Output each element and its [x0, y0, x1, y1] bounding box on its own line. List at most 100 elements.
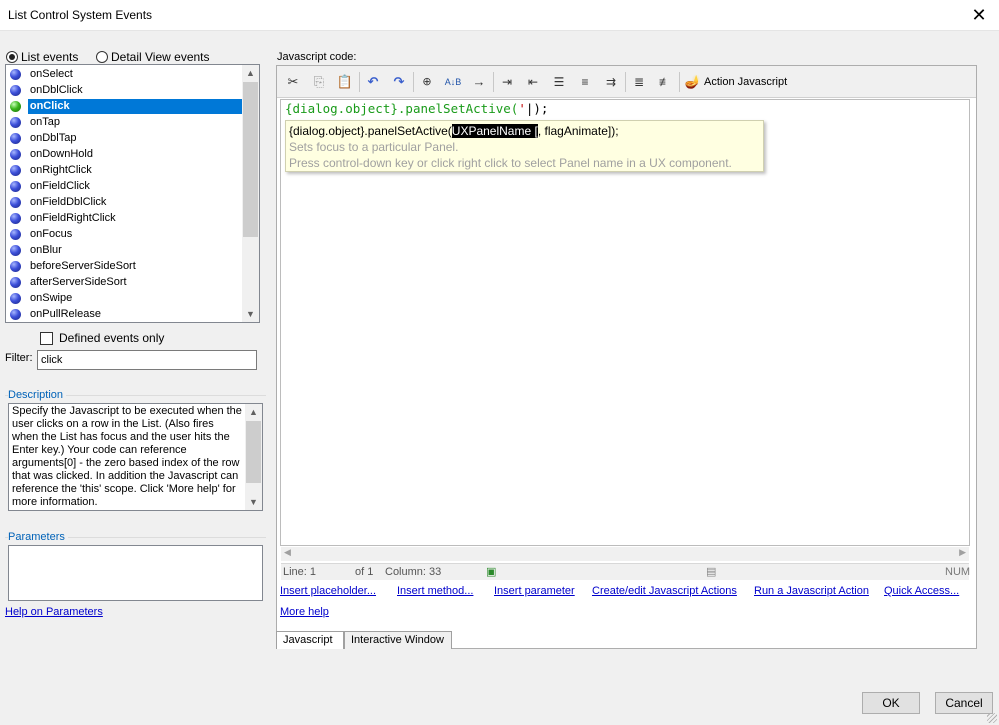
event-item[interactable]: onFieldClick	[6, 178, 242, 194]
event-item-selected[interactable]: onClick	[6, 98, 242, 114]
ok-button[interactable]: OK	[862, 692, 920, 714]
comment-icon[interactable]: ≣	[629, 72, 649, 92]
help-on-parameters-link[interactable]: Help on Parameters	[5, 606, 103, 618]
list-events-radio[interactable]: List events	[6, 50, 78, 64]
undo-icon[interactable]: ↶	[363, 72, 383, 92]
description-scrollbar[interactable]: ▲ ▼	[245, 404, 262, 510]
scroll-thumb[interactable]	[243, 82, 258, 237]
code-method: .panelSetActive(	[397, 101, 519, 116]
book-icon[interactable]: ▣	[486, 565, 496, 578]
event-list[interactable]: onSelect onDblClick onClick onTap onDblT…	[5, 64, 260, 323]
run-javascript-action-link[interactable]: Run a Javascript Action	[754, 585, 869, 597]
event-item[interactable]: onFocus	[6, 226, 242, 242]
blue-ball-icon	[10, 212, 21, 224]
radio-unchecked-icon	[96, 51, 108, 63]
parameters-textarea[interactable]	[8, 545, 263, 601]
event-item[interactable]: onPullRelease	[6, 306, 242, 322]
filter-label: Filter:	[5, 352, 33, 364]
tab-javascript[interactable]: Javascript	[276, 631, 344, 649]
scroll-right-icon[interactable]: ▶	[959, 547, 966, 558]
quick-access-link[interactable]: Quick Access...	[884, 585, 959, 597]
event-item[interactable]: onDblTap	[6, 130, 242, 146]
event-item[interactable]: onDblClick	[6, 82, 242, 98]
scroll-up-icon[interactable]: ▲	[245, 404, 262, 420]
editor-status-bar: Line: 1 of 1 Column: 33 ▣ ▤ NUM	[281, 563, 970, 580]
event-label: onFieldClick	[30, 179, 90, 192]
description-heading: Description	[8, 389, 67, 401]
blue-ball-icon	[10, 308, 21, 320]
status-of: of 1	[355, 566, 374, 578]
uncomment-icon[interactable]: ≢	[655, 72, 675, 92]
filter-input[interactable]: click	[37, 350, 257, 370]
cut-icon[interactable]: ✂	[283, 72, 303, 92]
scroll-up-icon[interactable]: ▲	[242, 65, 259, 81]
event-label: onDownHold	[30, 147, 93, 160]
blue-ball-icon	[10, 180, 21, 192]
blue-ball-icon	[10, 196, 21, 208]
scroll-thumb[interactable]	[246, 421, 261, 483]
event-item[interactable]: onFieldDblClick	[6, 194, 242, 210]
event-item[interactable]: onBlur	[6, 242, 242, 258]
tooltip-highlight: UXPanelName [	[451, 124, 538, 138]
more-help-link[interactable]: More help	[280, 606, 329, 618]
insert-parameter-link[interactable]: Insert parameter	[494, 585, 575, 597]
genie-lamp-icon[interactable]: 🪔	[683, 72, 703, 92]
code-tail: |);	[525, 101, 549, 116]
scroll-left-icon[interactable]: ◀	[284, 547, 291, 558]
tab-interactive-window[interactable]: Interactive Window	[344, 631, 452, 649]
ok-button-label: OK	[882, 696, 900, 710]
event-item[interactable]: onSelect	[6, 66, 242, 82]
event-item[interactable]: beforeServerSideSort	[6, 258, 242, 274]
javascript-code-label: Javascript code:	[277, 51, 357, 63]
cancel-button[interactable]: Cancel	[935, 692, 993, 714]
window-title: List Control System Events	[8, 8, 153, 22]
event-list-scrollbar[interactable]: ▲ ▼	[242, 65, 259, 322]
create-edit-javascript-actions-link[interactable]: Create/edit Javascript Actions	[592, 585, 737, 597]
event-item[interactable]: onRightClick	[6, 162, 242, 178]
blue-ball-icon	[10, 228, 21, 240]
radio-checked-icon	[6, 51, 18, 63]
close-icon[interactable]: ✕	[967, 4, 991, 26]
copy-icon[interactable]: ⎘	[309, 72, 329, 92]
code-editor[interactable]: {dialog.object}.panelSetActive('|); {dia…	[280, 99, 970, 546]
binoculars-icon[interactable]: ⊕	[417, 72, 437, 92]
event-item[interactable]: onSwipe	[6, 290, 242, 306]
event-label: onDblClick	[30, 83, 83, 96]
insert-method-link[interactable]: Insert method...	[397, 585, 473, 597]
action-javascript-button[interactable]: Action Javascript	[704, 76, 787, 88]
resize-grip[interactable]	[987, 713, 997, 723]
event-label: onPullRelease	[30, 307, 101, 320]
blue-ball-icon	[10, 244, 21, 256]
indent-icon[interactable]: ⇥	[497, 72, 517, 92]
replace-icon[interactable]: A↓B	[443, 72, 463, 92]
blue-ball-icon	[10, 132, 21, 144]
blue-ball-icon	[10, 116, 21, 128]
event-item[interactable]: onFieldRightClick	[6, 210, 242, 226]
parameters-heading: Parameters	[8, 531, 68, 543]
outdent-icon[interactable]: ⇤	[523, 72, 543, 92]
event-item[interactable]: afterServerSideSort	[6, 274, 242, 290]
status-column: Column: 33	[385, 566, 442, 578]
editor-horizontal-scrollbar[interactable]: ◀ ▶	[281, 547, 969, 561]
align-icon[interactable]: ☰	[549, 72, 569, 92]
status-line: Line: 1	[283, 566, 317, 578]
scroll-down-icon[interactable]: ▼	[245, 494, 262, 510]
scroll-down-icon[interactable]: ▼	[242, 306, 259, 322]
event-item[interactable]: onTap	[6, 114, 242, 130]
defined-events-only-label: Defined events only	[59, 331, 165, 345]
paste-icon[interactable]: 📋	[335, 72, 355, 92]
insert-placeholder-link[interactable]: Insert placeholder...	[280, 585, 376, 597]
defined-events-only-checkbox[interactable]: Defined events only	[40, 331, 164, 345]
description-text: Specify the Javascript to be executed wh…	[8, 403, 263, 511]
format-icon[interactable]: ≡	[575, 72, 595, 92]
wrap-icon[interactable]: ⇉	[601, 72, 621, 92]
redo-icon[interactable]: ↷	[389, 72, 409, 92]
blue-ball-icon	[10, 68, 21, 80]
arrow-right-icon[interactable]: →	[469, 72, 489, 92]
detail-view-events-radio[interactable]: Detail View events	[96, 50, 210, 64]
toolbar-separator	[359, 72, 360, 92]
event-item[interactable]: onDownHold	[6, 146, 242, 162]
code-string: '	[518, 101, 526, 116]
intellisense-tooltip: {dialog.object}.panelSetActive(UXPanelNa…	[285, 120, 764, 172]
toolbar-separator	[625, 72, 626, 92]
